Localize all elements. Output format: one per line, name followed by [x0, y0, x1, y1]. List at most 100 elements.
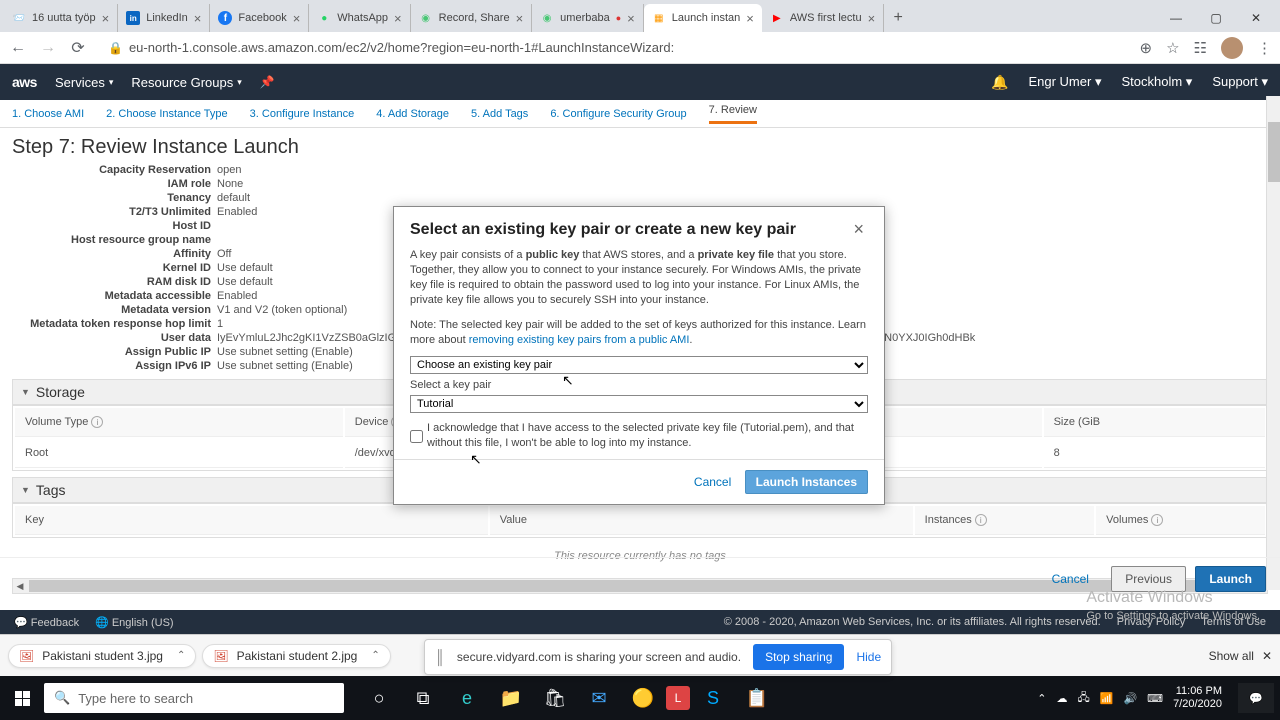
close-shelf-button[interactable]: ✕ — [1262, 649, 1272, 663]
privacy-link[interactable]: Privacy Policy — [1117, 616, 1185, 628]
tab-vidyard1[interactable]: ◉Record, Share× — [411, 4, 533, 32]
modal-cancel-button[interactable]: Cancel — [694, 475, 731, 489]
nav-back-icon[interactable]: ← — [8, 39, 28, 57]
modal-title: Select an existing key pair or create a … — [410, 221, 849, 239]
chevron-up-icon[interactable]: ⌃ — [371, 650, 379, 661]
tab-youtube[interactable]: ▶AWS first lectu× — [762, 4, 884, 32]
info-icon[interactable]: i — [91, 416, 103, 428]
resource-groups-menu[interactable]: Resource Groups ▾ — [131, 75, 241, 90]
vertical-scrollbar[interactable] — [1266, 96, 1280, 590]
close-icon[interactable]: × — [293, 11, 301, 26]
bookmark-icon[interactable]: ☆ — [1166, 39, 1179, 57]
close-icon[interactable]: × — [194, 11, 202, 26]
action-center-icon[interactable]: 💬 — [1238, 683, 1274, 713]
keypair-modal: Select an existing key pair or create a … — [393, 206, 885, 505]
show-all-downloads[interactable]: Show all — [1209, 649, 1254, 663]
tab-vidyard2[interactable]: ◉umerbaba●× — [532, 4, 644, 32]
lync-icon[interactable]: L — [666, 686, 690, 710]
tab-facebook[interactable]: fFacebook× — [210, 4, 309, 32]
close-icon[interactable]: × — [627, 11, 635, 26]
network-icon[interactable]: 🖧 — [1078, 689, 1090, 708]
wizard-cancel-button[interactable]: Cancel — [1039, 567, 1102, 591]
tray-expand-icon[interactable]: ⌃ — [1037, 692, 1046, 705]
screenshare-message: secure.vidyard.com is sharing your scree… — [457, 650, 741, 664]
reading-list-icon[interactable]: ☷ — [1194, 39, 1207, 57]
notifications-icon[interactable]: 🔔 — [991, 74, 1008, 91]
remove-keypairs-link[interactable]: removing existing key pairs from a publi… — [469, 334, 690, 346]
edge-icon[interactable]: e — [446, 676, 488, 720]
stop-sharing-button[interactable]: Stop sharing — [753, 644, 844, 670]
volume-icon[interactable]: 🔊 — [1123, 692, 1137, 705]
cortana-icon[interactable]: ○ — [358, 676, 400, 720]
feedback-link[interactable]: 💬 Feedback — [14, 616, 79, 629]
onedrive-icon[interactable]: ☁ — [1057, 692, 1068, 705]
windows-taskbar: 🔍Type here to search ○ ⧉ e 📁 🛍 ✉ 🟡 L S 📋… — [0, 676, 1280, 720]
download-item[interactable]: 🖼Pakistani student 3.jpg⌃ — [8, 644, 196, 668]
download-item[interactable]: 🖼Pakistani student 2.jpg⌃ — [202, 644, 390, 668]
step-7[interactable]: 7. Review — [709, 104, 757, 124]
start-button[interactable] — [0, 676, 44, 720]
detail-row: Tenancydefault — [12, 191, 1268, 205]
close-icon[interactable]: × — [746, 11, 754, 26]
zoom-icon[interactable]: ⊕ — [1140, 39, 1153, 57]
tab-whatsapp[interactable]: ●WhatsApp× — [309, 4, 410, 32]
store-icon[interactable]: 🛍 — [534, 676, 576, 720]
wizard-previous-button[interactable]: Previous — [1111, 566, 1186, 592]
step-3[interactable]: 3. Configure Instance — [250, 108, 355, 120]
step-1[interactable]: 1. Choose AMI — [12, 108, 84, 120]
aws-logo[interactable]: aws — [12, 74, 37, 90]
close-icon[interactable]: × — [516, 11, 524, 26]
info-icon[interactable]: i — [1151, 514, 1163, 526]
keypair-select[interactable]: Tutorial — [410, 395, 868, 413]
drag-handle-icon[interactable]: ║ — [435, 649, 445, 665]
user-menu[interactable]: Engr Umer ▾ — [1028, 74, 1101, 90]
acknowledge-checkbox[interactable] — [410, 422, 423, 451]
pin-icon[interactable]: 📌 — [260, 75, 275, 89]
tab-linkedin[interactable]: inLinkedIn× — [118, 4, 210, 32]
taskbar-clock[interactable]: 11:06 PM7/20/2020 — [1173, 685, 1222, 711]
keypair-mode-select[interactable]: Choose an existing key pair — [410, 356, 868, 374]
tab-aws[interactable]: ▦Launch instan× — [644, 4, 762, 32]
tab-gmail[interactable]: 📨16 uutta työp× — [4, 4, 118, 32]
image-file-icon: 🖼 — [213, 649, 228, 663]
terms-link[interactable]: Terms of Use — [1201, 616, 1266, 628]
close-icon[interactable]: × — [394, 11, 402, 26]
wizard-launch-button[interactable]: Launch — [1195, 566, 1266, 592]
step-2[interactable]: 2. Choose Instance Type — [106, 108, 228, 120]
step-4[interactable]: 4. Add Storage — [376, 108, 449, 120]
modal-close-button[interactable]: × — [849, 219, 868, 240]
modal-launch-button[interactable]: Launch Instances — [745, 470, 868, 494]
step-5[interactable]: 5. Add Tags — [471, 108, 528, 120]
hide-bar-button[interactable]: Hide — [856, 650, 881, 664]
language-selector[interactable]: 🌐 English (US) — [95, 616, 174, 629]
step-6[interactable]: 6. Configure Security Group — [550, 108, 686, 120]
close-icon[interactable]: × — [102, 11, 110, 26]
wizard-action-bar: Cancel Previous Launch — [0, 557, 1280, 600]
new-tab-button[interactable]: + — [884, 4, 912, 32]
nav-reload-icon[interactable]: ⟳ — [68, 38, 88, 58]
window-close[interactable]: ✕ — [1236, 4, 1276, 32]
skype-icon[interactable]: S — [692, 676, 734, 720]
menu-icon[interactable]: ⋮ — [1257, 39, 1272, 57]
taskbar-search[interactable]: 🔍Type here to search — [44, 683, 344, 713]
window-minimize[interactable]: — — [1156, 4, 1196, 32]
region-menu[interactable]: Stockholm ▾ — [1121, 74, 1192, 90]
wifi-icon[interactable]: 📶 — [1100, 692, 1114, 705]
mail-icon[interactable]: ✉ — [578, 676, 620, 720]
nav-forward-icon[interactable]: → — [38, 39, 58, 57]
wizard-steps: 1. Choose AMI 2. Choose Instance Type 3.… — [0, 100, 1280, 128]
browser-tab-bar: 📨16 uutta työp× inLinkedIn× fFacebook× ●… — [0, 0, 1280, 32]
chrome-icon[interactable]: 🟡 — [622, 676, 664, 720]
support-menu[interactable]: Support ▾ — [1212, 74, 1268, 90]
notepad-icon[interactable]: 📋 — [736, 676, 778, 720]
services-menu[interactable]: Services ▾ — [55, 75, 113, 90]
close-icon[interactable]: × — [868, 11, 876, 26]
profile-avatar[interactable] — [1221, 37, 1243, 59]
language-indicator[interactable]: ⌨ — [1147, 692, 1163, 705]
info-icon[interactable]: i — [975, 514, 987, 526]
explorer-icon[interactable]: 📁 — [490, 676, 532, 720]
url-input[interactable]: 🔒 eu-north-1.console.aws.amazon.com/ec2/… — [98, 40, 1130, 55]
taskview-icon[interactable]: ⧉ — [402, 676, 444, 720]
window-maximize[interactable]: ▢ — [1196, 4, 1236, 32]
chevron-up-icon[interactable]: ⌃ — [177, 650, 185, 661]
